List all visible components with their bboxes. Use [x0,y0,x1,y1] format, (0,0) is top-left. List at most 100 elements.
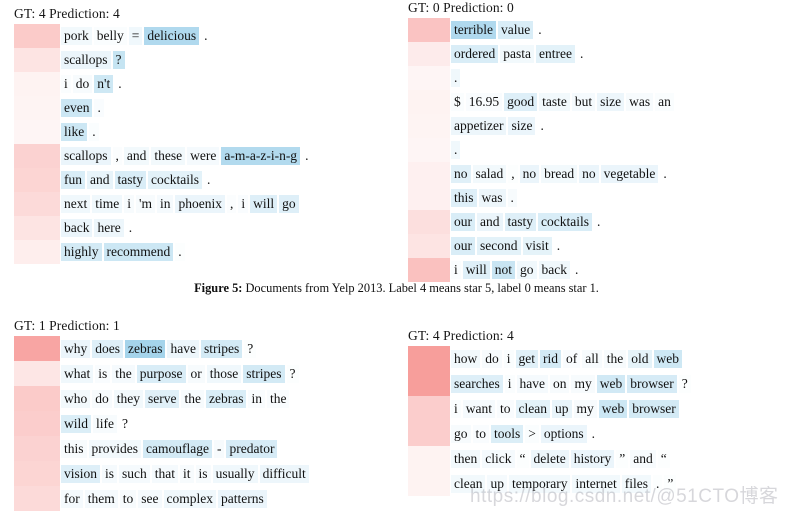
word-token: usually [212,465,258,483]
word-token: an [655,93,674,111]
word-token: - [213,440,225,458]
panel-title: GT: 0 Prediction: 0 [408,0,514,15]
word-token: browser [629,400,679,418]
word-token: that [151,465,179,483]
document-line: . [450,66,675,90]
sentence-attention-cell [14,461,60,486]
sentence-attention-cell [14,168,60,192]
word-token: terrible [451,21,496,39]
document-lines: how do i get rid of all the old web searches i have o… [450,346,692,496]
word-token: internet [572,475,620,493]
document-line: who do they serve the zebras in the [60,386,310,411]
word-token: appetizer [451,117,507,135]
word-token: = [128,27,143,45]
word-token: . [204,28,208,43]
document-line: like. [60,120,312,144]
document-line: appetizer size. [450,114,675,138]
word-token: of [563,350,581,368]
sentence-attention-cell [14,96,60,120]
word-token: complex [163,490,217,508]
word-token: . [652,475,663,493]
word-token: i [503,350,514,368]
word-token: . [579,46,584,61]
word-token: clean [451,475,486,493]
word-token: 'm [136,195,155,213]
word-token: my [571,375,595,393]
word-token: to [497,400,514,418]
word-token: . [596,214,601,229]
word-token: . [94,99,104,117]
word-token: . [591,426,596,441]
word-token: but [571,93,596,111]
document-line: . [450,138,675,162]
word-token: camouflage [143,440,212,458]
document-line: next time i'm in phoenix, i will go [60,192,312,216]
word-token: i [124,195,135,213]
sentence-attention-cell [408,18,450,42]
document-line: scallops, and these were a-m-a-z-i-n-g. [60,144,312,168]
word-token: go [517,261,537,279]
sentence-attention-cell [408,346,450,371]
word-token: do [72,75,93,93]
word-token: “ [657,450,670,468]
word-token: go [451,425,471,443]
word-token: . [556,238,561,253]
word-token: . [540,118,544,133]
sentence-attention-bar [14,336,60,511]
word-token: . [575,262,579,277]
sentence-attention-cell [14,361,60,386]
panel-body: how do i get rid of all the old web searches i have o… [408,346,692,496]
word-token: want [462,400,496,418]
panel-title: GT: 4 Prediction: 4 [14,6,120,21]
document-line: go to tools > options. [450,421,692,446]
document-line: for them to see complex patterns [60,486,310,511]
sentence-attention-cell [14,120,60,144]
word-token: bread [541,165,578,183]
document-line: back here. [60,216,312,240]
word-token: cocktails [538,213,592,231]
document-line: ordered pasta entree. [450,42,675,66]
word-token: and [87,171,113,189]
word-token: size [508,117,536,135]
word-token: they [113,390,143,408]
document-line: clean up temporary internet files.” [450,471,692,496]
word-token: $ [451,93,464,111]
word-token: how [451,350,481,368]
document-lines: why does zebras have stripes? what is the purpos… [60,336,310,511]
word-token: the [112,365,135,383]
word-token: . [538,22,542,37]
word-token: searches [451,375,503,393]
document-line: how do i get rid of all the old web [450,346,692,371]
document-line: why does zebras have stripes? [60,336,310,361]
word-token: i [238,195,249,213]
word-token: life [93,415,118,433]
word-token: tasty [504,213,536,231]
word-token: web [653,350,683,368]
word-token: clean [515,400,551,418]
sentence-attention-cell [408,162,450,186]
word-token: . [175,243,185,261]
word-token: our [451,213,475,231]
word-token: next [61,195,91,213]
word-token: scallops [61,51,111,69]
sentence-attention-cell [408,396,450,421]
word-token: tools [491,425,524,443]
word-token: old [628,350,652,368]
word-token: our [451,237,475,255]
word-token: in [156,195,174,213]
panel-qa-zebras: GT: 1 Prediction: 1 why does zebras have stri… [14,318,310,511]
word-token: tasty [114,171,146,189]
word-token: them [84,490,118,508]
panel-body: pork belly = delicious. scallops? i do n't. even… [14,24,312,264]
word-token: delete [530,450,569,468]
word-token: time [92,195,123,213]
word-token: > [525,425,539,443]
word-token: a-m-a-z-i-n-g [221,147,301,165]
word-token: stripes [200,340,243,358]
sentence-attention-bar [408,18,450,282]
panel-body: terrible value. ordered pasta entree.. $16.95… [408,18,675,282]
document-line: then click “delete history” and “ [450,446,692,471]
document-line: $16.95 good taste but size was an [450,90,675,114]
document-line: our and tasty cocktails. [450,210,675,234]
word-token: the [266,390,290,408]
